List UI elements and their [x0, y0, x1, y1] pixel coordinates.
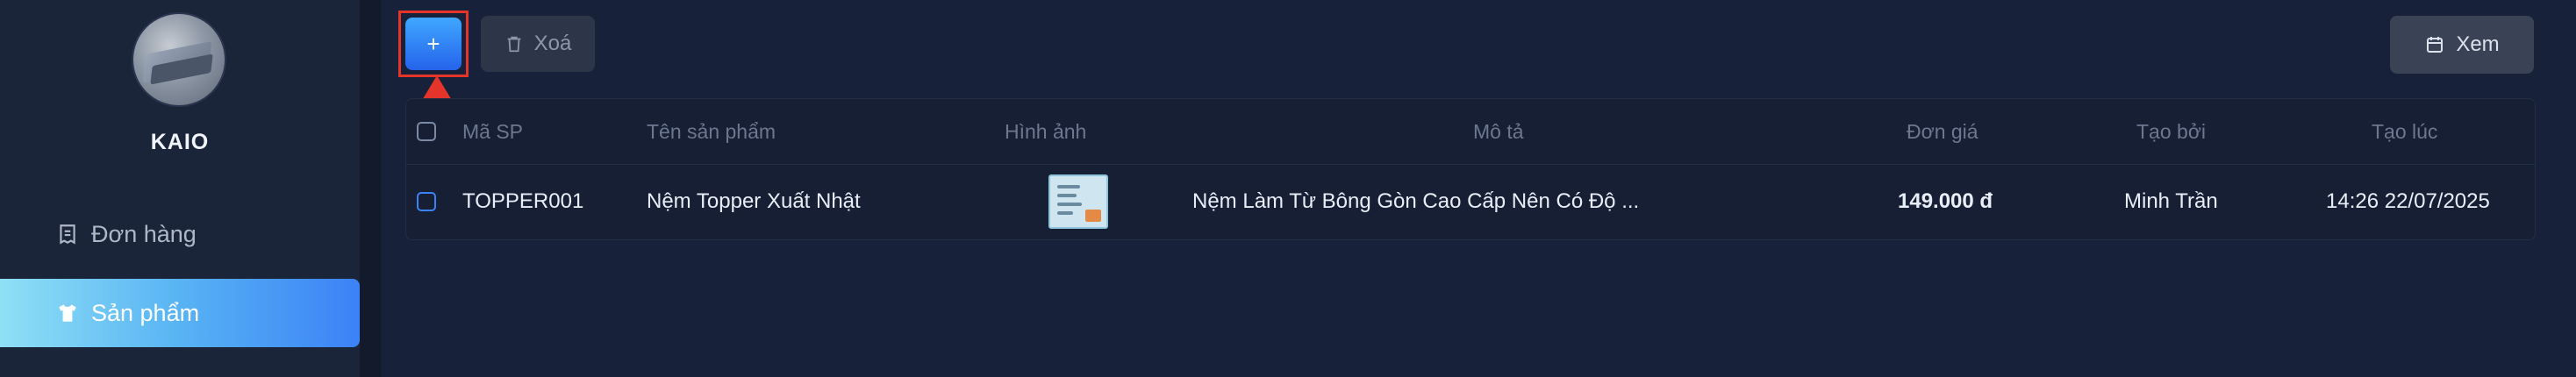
product-price: 149.000 đ — [1898, 189, 1993, 213]
row-checkbox[interactable] — [417, 192, 436, 211]
view-button[interactable]: Xem — [2390, 16, 2534, 74]
product-table: Mã SP Tên sản phẩm Hình ảnh Mô tả Đơn gi… — [405, 98, 2536, 240]
product-image-cell — [1048, 164, 1108, 239]
sidebar-item-label: Đơn hàng — [91, 220, 197, 247]
column-header[interactable]: Tạo lúc — [2372, 99, 2437, 164]
calendar-icon — [2424, 34, 2445, 55]
table-row[interactable]: TOPPER001 Nệm Topper Xuất Nhật Nệm Làm T… — [406, 164, 2535, 239]
created-by: Minh Trần — [2124, 189, 2218, 213]
highlight-box — [398, 11, 469, 77]
column-header[interactable]: Tên sản phẩm — [647, 99, 776, 164]
delete-label: Xoá — [533, 32, 572, 55]
select-all-checkbox[interactable] — [417, 122, 436, 141]
select-all-cell — [417, 99, 436, 164]
column-header[interactable]: Hình ảnh — [1005, 99, 1086, 164]
delete-button[interactable]: Xoá — [481, 16, 595, 72]
created-at: 14:26 22/07/2025 — [2326, 189, 2490, 213]
sidebar-item-orders[interactable]: Đơn hàng — [0, 200, 360, 268]
product-name: Nệm Topper Xuất Nhật — [647, 189, 861, 213]
sidebar-item-label: Sản phẩm — [91, 299, 200, 326]
sidebar: KAIO Đơn hàng Sản phẩm — [0, 0, 360, 377]
column-header[interactable]: Tạo bởi — [2136, 99, 2206, 164]
avatar[interactable] — [133, 14, 225, 105]
product-code: TOPPER001 — [462, 189, 584, 213]
trash-icon — [504, 33, 524, 54]
column-header[interactable]: Mô tả — [1473, 99, 1524, 164]
sidebar-item-products[interactable]: Sản phẩm — [0, 279, 360, 347]
row-select-cell — [417, 164, 436, 239]
view-label: Xem — [2456, 32, 2500, 56]
brand-name: KAIO — [150, 130, 210, 154]
product-thumbnail[interactable] — [1048, 174, 1108, 229]
column-header[interactable]: Mã SP — [462, 99, 523, 164]
table-header: Mã SP Tên sản phẩm Hình ảnh Mô tả Đơn gi… — [406, 99, 2535, 165]
shirt-icon — [56, 302, 79, 324]
product-description: Nệm Làm Từ Bông Gòn Cao Cấp Nên Có Độ ..… — [1192, 189, 1640, 213]
receipt-icon — [56, 223, 79, 245]
column-header[interactable]: Đơn giá — [1907, 99, 1979, 164]
